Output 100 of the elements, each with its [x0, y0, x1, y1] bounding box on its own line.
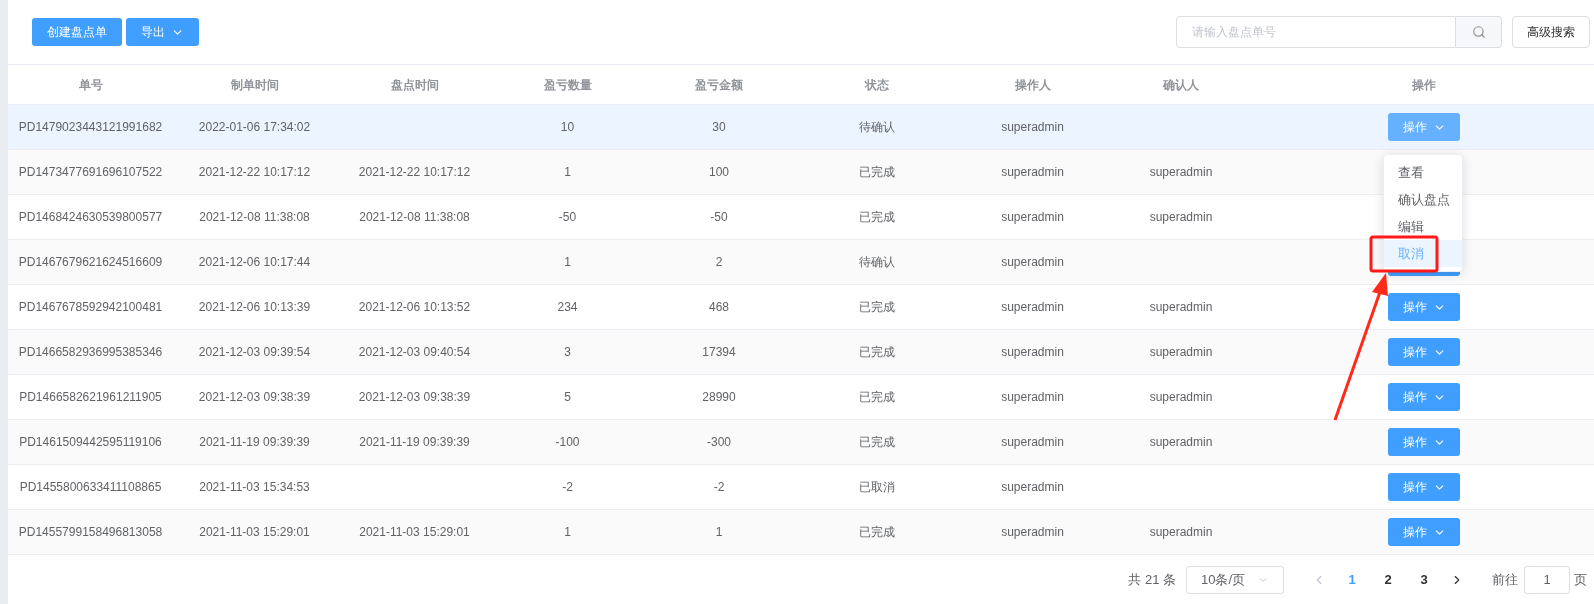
table-cell-text: -2: [562, 479, 573, 496]
table-cell-text: 2021-11-03 15:29:01: [199, 524, 310, 541]
goto-suffix: 页: [1574, 570, 1588, 589]
table-cell-text: superadmin: [1149, 344, 1213, 361]
table-cell-text: superadmin: [1149, 389, 1213, 406]
table-cell-text: 已完成: [858, 524, 895, 541]
goto-page-field[interactable]: 1: [1524, 565, 1570, 594]
table-row[interactable]: PD1466582936995385346 2021-12-03 09:39:54 2021-12-03 09:40:54 3 17394 已完成 superadmin superadmin 操作: [8, 330, 1594, 375]
total-count: 共 21 条: [1128, 570, 1176, 589]
highlight-frame: [1369, 235, 1439, 273]
table-cell-text: 5: [564, 389, 571, 406]
table-cell-text: 2021-12-03 09:38:39: [358, 389, 471, 406]
table-cell-text: 已完成: [858, 164, 895, 181]
table-cell-text: -2: [713, 479, 725, 496]
table-cell-text: 2021-11-19 09:39:39: [199, 434, 310, 451]
table-cell-text: 已完成: [858, 344, 895, 361]
table-cell-text: 234: [557, 299, 578, 316]
table-cell-text: 3: [564, 344, 571, 361]
table-cell-text: 2021-12-03 09:40:54: [358, 344, 471, 361]
table-cell-text: 已取消: [858, 479, 895, 496]
table-cell-text: -50: [710, 209, 728, 226]
menu-item[interactable]: 查看: [1384, 159, 1462, 186]
menu-item[interactable]: 编辑: [1384, 213, 1462, 240]
table-cell-text: superadmin: [1001, 299, 1064, 316]
table-cell-text: superadmin: [1149, 164, 1213, 181]
table-cell-text: 30: [712, 119, 726, 136]
table-cell-text: PD1468424630539800577: [18, 209, 163, 226]
table-cell-text: superadmin: [1001, 164, 1064, 181]
column-header: 操作人: [1014, 76, 1051, 94]
table-cell-text: 已完成: [858, 299, 895, 316]
table-cell-text: 1: [564, 524, 571, 541]
column-header: 操作: [1412, 76, 1436, 94]
table-cell-text: superadmin: [1001, 524, 1064, 541]
table-cell-text: superadmin: [1001, 344, 1064, 361]
search-field[interactable]: 请输入盘点单号: [1176, 16, 1456, 48]
table-cell-text: -300: [707, 434, 731, 451]
table-cell-text: 2021-12-08 11:38:08: [359, 209, 470, 226]
page-size-select[interactable]: 10条/页: [1186, 565, 1284, 594]
table-cell-text: 28990: [702, 389, 736, 406]
table-cell-text: 17394: [702, 344, 736, 361]
column-header: 制单时间: [230, 76, 279, 94]
table-cell-text: 1: [564, 164, 571, 181]
table-cell-text: superadmin: [1001, 479, 1064, 496]
table-cell-text: 2021-12-03 09:38:39: [198, 389, 311, 406]
table-cell-text: superadmin: [1149, 524, 1213, 541]
table-cell-text: PD1467679621624516609: [18, 254, 163, 271]
table-cell-text: 1: [715, 524, 723, 541]
table-cell-text: PD1473477691696107522: [18, 164, 163, 181]
table-cell-text: 2021-12-22 10:17:12: [198, 164, 311, 181]
table-row[interactable]: PD1479023443121991682 2022-01-06 17:34:02 10 30 待确认 superadmin 操作: [8, 105, 1594, 150]
table-cell-text: PD1466582621961211905: [19, 389, 162, 406]
table-cell-text: superadmin: [1149, 299, 1213, 316]
table-cell-text: superadmin: [1001, 119, 1064, 136]
table-cell-text: 2021-12-08 11:38:08: [199, 209, 310, 226]
table-cell-text: 2021-11-19 09:39:39: [359, 434, 470, 451]
table-cell-text: 2021-11-03 15:34:53: [199, 479, 310, 496]
page-number[interactable]: 3: [1406, 569, 1442, 590]
column-header: 状态: [864, 76, 889, 94]
table-cell-text: superadmin: [1001, 389, 1064, 406]
table-cell-text: -100: [555, 434, 580, 451]
column-header: 确认人: [1163, 76, 1199, 94]
table-cell-text: 已完成: [858, 209, 895, 226]
table-cell-text: 468: [709, 299, 729, 316]
table-cell-text: PD1479023443121991682: [18, 119, 163, 136]
column-header: 盈亏金额: [695, 76, 743, 94]
table-cell-text: superadmin: [1001, 209, 1064, 226]
table-cell-text: 10: [560, 119, 575, 136]
search-icon: [1471, 25, 1486, 39]
advanced-search-button[interactable]: 高级搜索: [1512, 16, 1590, 48]
table-cell-text: PD1461509442595119106: [19, 434, 162, 451]
table-cell-text: PD1466582936995385346: [18, 344, 163, 361]
table-cell-text: 2021-11-03 15:29:01: [359, 524, 470, 541]
table-cell-text: 1: [564, 254, 571, 271]
table-cell-text: 已完成: [858, 434, 895, 451]
table-cell-text: 2021-12-06 10:17:44: [198, 254, 311, 271]
table-cell-text: 待确认: [858, 254, 895, 271]
table-cell-text: -50: [558, 209, 577, 226]
table-cell-text: PD1455800633411108865: [19, 479, 162, 496]
table-cell-text: 100: [709, 164, 729, 181]
column-header: 盈亏数量: [543, 76, 592, 94]
column-header: 单号: [78, 76, 103, 94]
table-cell-text: PD1467678592942100481: [18, 299, 163, 316]
table-cell-text: superadmin: [1001, 434, 1064, 451]
table-row[interactable]: PD1461509442595119106 2021-11-19 09:39:39 2021-11-19 09:39:39 -100 -300 已完成 superadmin superadmin 操作: [8, 420, 1594, 465]
table-cell-text: 待确认: [858, 119, 895, 136]
table-cell-text: PD1455799158496813058: [18, 524, 163, 541]
goto-label: 前往: [1492, 570, 1518, 589]
column-header: 盘点时间: [390, 76, 439, 94]
table-row[interactable]: PD1455799158496813058 2021-11-03 15:29:01 2021-11-03 15:29:01 1 1 已完成 superadmin superadmin 操作: [8, 510, 1594, 555]
table-cell-text: 已完成: [858, 389, 895, 406]
table-cell-text: 2021-12-22 10:17:12: [358, 164, 471, 181]
table-cell-text: 2022-01-06 17:34:02: [198, 119, 311, 136]
table-cell-text: 2021-12-03 09:39:54: [198, 344, 311, 361]
table-cell-text: 2021-12-06 10:13:52: [358, 299, 471, 316]
table-cell-text: superadmin: [1149, 209, 1213, 226]
page-number[interactable]: 2: [1370, 569, 1406, 590]
table-cell-text: superadmin: [1149, 434, 1213, 451]
table-cell-text: superadmin: [1001, 254, 1064, 271]
table-cell-text: 2: [715, 254, 723, 271]
search-button[interactable]: [1456, 16, 1502, 48]
